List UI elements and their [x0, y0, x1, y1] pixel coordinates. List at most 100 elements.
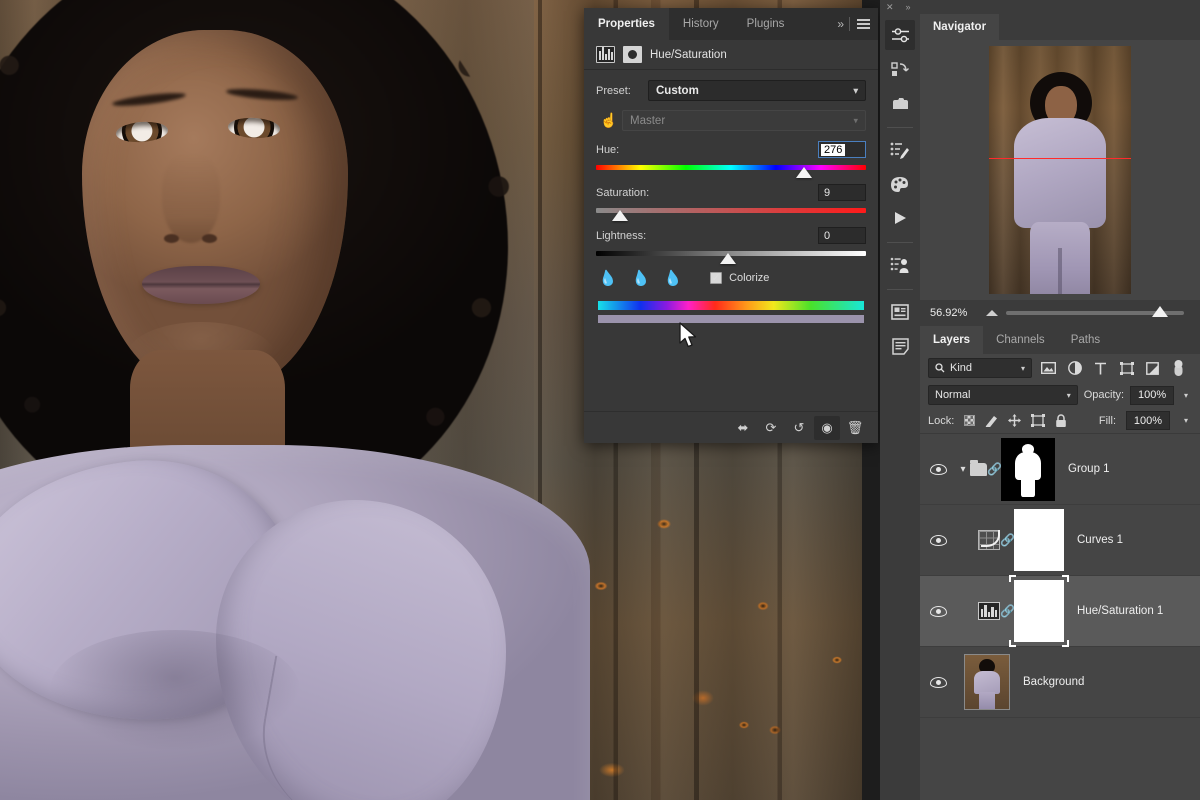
panel-menu-icon[interactable]	[857, 19, 870, 30]
hue-slider-block[interactable]: Hue: 276	[596, 140, 866, 170]
shape-layers-icon[interactable]	[1117, 359, 1136, 378]
toggle-previous-state-icon[interactable]: ⟳	[758, 416, 784, 440]
chevron-down-icon[interactable]: ▾	[956, 464, 970, 475]
hue-slider-track[interactable]	[596, 165, 866, 170]
properties-panel[interactable]: Properties History Plugins » Hue/Saturat…	[584, 8, 878, 443]
hue-value-field[interactable]: 276	[818, 141, 866, 158]
lock-transparency-icon[interactable]	[964, 415, 975, 426]
tab-paths[interactable]: Paths	[1058, 326, 1113, 354]
notes-icon[interactable]	[885, 331, 915, 361]
curves-adjustment-icon[interactable]	[978, 530, 1000, 550]
eyedropper-icon[interactable]: 💧	[597, 268, 619, 289]
hue-saturation-adjustment-icon[interactable]	[978, 602, 1000, 620]
clip-to-layer-icon[interactable]: ⬌	[730, 416, 756, 440]
opacity-stepper-icon[interactable]: ▾	[1180, 391, 1192, 400]
toggle-visibility-icon[interactable]: ◉	[814, 416, 840, 440]
lightness-slider-block[interactable]: Lightness: 0	[596, 226, 866, 256]
saturation-slider-thumb[interactable]	[612, 210, 628, 221]
adjustment-layers-icon[interactable]	[1065, 359, 1084, 378]
navigator-body[interactable]	[920, 40, 1200, 300]
eyedropper-row[interactable]: 💧 💧 💧 ✓ Colorize	[598, 269, 866, 287]
properties-tab-bar[interactable]: Properties History Plugins »	[584, 8, 878, 40]
brush-settings-icon[interactable]	[885, 135, 915, 165]
right-panel-stack[interactable]: Navigator 56.92%	[920, 14, 1200, 800]
layer-name[interactable]: Background	[1023, 676, 1084, 688]
layer-visibility-toggle[interactable]	[920, 535, 956, 546]
dock-title-bar[interactable]: ✕ »	[880, 0, 1200, 14]
layer-mask-thumbnail[interactable]	[1014, 509, 1064, 571]
navigator-tab-bar[interactable]: Navigator	[920, 14, 1200, 40]
color-swatches-icon[interactable]	[885, 169, 915, 199]
close-icon[interactable]: ✕	[886, 2, 894, 13]
layer-mask-thumbnail-active[interactable]	[1014, 580, 1064, 642]
preset-row[interactable]: Preset: Custom ▾	[596, 80, 866, 101]
type-layers-icon[interactable]	[1091, 359, 1110, 378]
delete-adjustment-icon[interactable]: 🗑	[842, 416, 868, 440]
link-icon[interactable]: 🔗	[1000, 533, 1014, 547]
lightness-value-field[interactable]: 0	[818, 227, 866, 244]
on-image-adjust-icon[interactable]: ☝	[596, 112, 622, 129]
properties-footer[interactable]: ⬌ ⟳ ↺ ◉ 🗑	[584, 411, 878, 443]
lock-all-icon[interactable]	[1055, 414, 1067, 428]
layer-mask-thumbnail[interactable]	[1001, 438, 1055, 501]
expand-panels-icon[interactable]: »	[837, 17, 842, 31]
preset-select[interactable]: Custom ▾	[648, 80, 866, 101]
lightness-slider-track[interactable]	[596, 251, 866, 256]
layer-name[interactable]: Group 1	[1068, 463, 1110, 475]
table-row[interactable]: 🔗 Hue/Saturation 1	[920, 576, 1200, 647]
hue-slider-thumb[interactable]	[796, 167, 812, 178]
tab-layers[interactable]: Layers	[920, 326, 983, 354]
properties-icon[interactable]	[885, 297, 915, 327]
hue-spectrum-source-bar[interactable]	[598, 301, 864, 310]
navigator-view-rectangle[interactable]	[989, 158, 1131, 294]
right-dock[interactable]: ✕ »	[880, 0, 1200, 800]
blend-mode-row[interactable]: Normal ▾ Opacity: 100% ▾	[920, 382, 1200, 408]
table-row[interactable]: ▾ 🔗 Group 1	[920, 434, 1200, 505]
reset-adjustment-icon[interactable]: ↺	[786, 416, 812, 440]
fill-stepper-icon[interactable]: ▾	[1180, 416, 1192, 425]
character-styles-icon[interactable]	[885, 250, 915, 280]
filter-toggle-icon[interactable]	[1169, 359, 1188, 378]
blend-mode-select[interactable]: Normal ▾	[928, 385, 1078, 405]
navigator-zoom-row[interactable]: 56.92%	[920, 300, 1200, 326]
zoom-slider-thumb[interactable]	[1152, 306, 1168, 317]
layer-filter-row[interactable]: Kind ▾	[920, 354, 1200, 382]
tab-properties[interactable]: Properties	[584, 8, 669, 40]
tab-channels[interactable]: Channels	[983, 326, 1058, 354]
lightness-slider-thumb[interactable]	[720, 253, 736, 264]
fill-field[interactable]: 100%	[1126, 411, 1170, 430]
lock-row[interactable]: Lock: Fill: 100% ▾	[920, 408, 1200, 434]
zoom-out-icon[interactable]	[986, 310, 998, 316]
layer-mask-icon[interactable]	[623, 46, 642, 63]
lock-artboard-icon[interactable]	[1031, 414, 1045, 427]
colorize-checkbox[interactable]: ✓	[710, 272, 722, 284]
zoom-percentage[interactable]: 56.92%	[930, 307, 978, 319]
color-range-bars[interactable]	[596, 301, 866, 323]
layer-thumbnail[interactable]	[964, 654, 1010, 710]
channel-select[interactable]: Master ▾	[622, 110, 866, 131]
lock-position-icon[interactable]	[1008, 414, 1021, 427]
saturation-value-field[interactable]: 9	[818, 184, 866, 201]
dock-icon-rail[interactable]	[880, 14, 920, 800]
smart-object-icon[interactable]	[1143, 359, 1162, 378]
navigator-thumbnail[interactable]	[989, 46, 1131, 294]
layer-kind-select[interactable]: Kind ▾	[928, 358, 1032, 378]
table-row[interactable]: Background	[920, 647, 1200, 718]
tab-navigator[interactable]: Navigator	[920, 14, 999, 40]
link-icon[interactable]: 🔗	[987, 462, 1001, 476]
layers-tab-bar[interactable]: Layers Channels Paths	[920, 326, 1200, 354]
eyedropper-add-icon[interactable]: 💧	[629, 268, 651, 289]
adjustments-icon[interactable]	[885, 20, 915, 50]
lock-image-icon[interactable]	[985, 414, 998, 427]
expand-dock-icon[interactable]: »	[906, 2, 911, 12]
tab-plugins[interactable]: Plugins	[733, 8, 799, 40]
table-row[interactable]: 🔗 Curves 1	[920, 505, 1200, 576]
channel-row[interactable]: ☝ Master ▾	[596, 110, 866, 131]
eyedropper-subtract-icon[interactable]: 💧	[662, 268, 684, 289]
layer-visibility-toggle[interactable]	[920, 464, 956, 475]
hue-spectrum-result-bar[interactable]	[598, 315, 864, 323]
opacity-field[interactable]: 100%	[1130, 386, 1174, 405]
actions-icon[interactable]	[885, 54, 915, 84]
saturation-slider-track[interactable]	[596, 208, 866, 213]
link-icon[interactable]: 🔗	[1000, 604, 1014, 618]
